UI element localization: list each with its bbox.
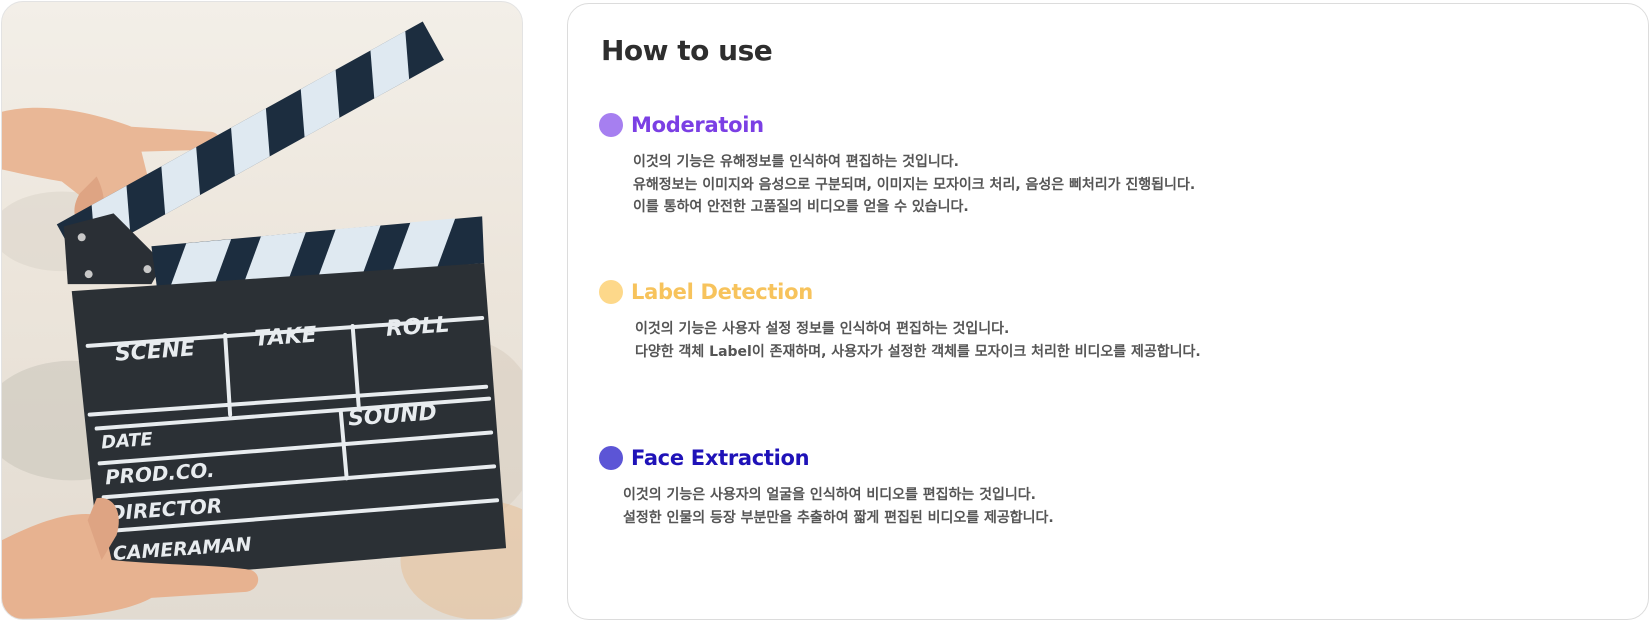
moderation-dot-icon: [599, 113, 623, 137]
page: SCENE TAKE ROLL DATE SOUND PROD.CO. DIRE…: [0, 0, 1651, 623]
how-to-use-card: How to use Moderatoin 이것의 기능은 유해정보를 인식하여…: [567, 3, 1649, 620]
section-face-extraction-title: Face Extraction: [631, 446, 810, 470]
section-moderation-header: Moderatoin: [599, 113, 1195, 137]
section-label-detection-title: Label Detection: [631, 280, 813, 304]
slate-date-label: DATE: [101, 429, 154, 454]
description-line: 이것의 기능은 사용자의 얼굴을 인식하여 비디오를 편집하는 것입니다.: [623, 487, 1036, 503]
description-line: 유해정보는 이미지와 음성으로 구분되며, 이미지는 모자이크 처리, 음성은 …: [633, 176, 1196, 193]
clapperboard-illustration: SCENE TAKE ROLL DATE SOUND PROD.CO. DIRE…: [2, 21, 522, 619]
description-line: 이를 통하여 안전한 고품질의 비디오를 얻을 수 있습니다.: [633, 199, 969, 215]
description-line: 이것의 기능은 사용자 설정 정보를 인식하여 편집하는 것입니다.: [635, 321, 1010, 337]
face-extraction-dot-icon: [599, 446, 623, 470]
clapperboard-image: SCENE TAKE ROLL DATE SOUND PROD.CO. DIRE…: [1, 1, 523, 620]
description-line: 이것의 기능은 유해정보를 인식하여 편집하는 것입니다.: [633, 154, 959, 170]
section-face-extraction: Face Extraction 이것의 기능은 사용자의 얼굴을 인식하여 비디…: [599, 446, 1054, 529]
section-face-extraction-description: 이것의 기능은 사용자의 얼굴을 인식하여 비디오를 편집하는 것입니다. 설정…: [623, 484, 1054, 529]
page-title: How to use: [601, 34, 773, 67]
section-moderation-description: 이것의 기능은 유해정보를 인식하여 편집하는 것입니다. 유해정보는 이미지와…: [633, 151, 1195, 219]
slate-take-label: TAKE: [254, 323, 318, 352]
section-moderation-title: Moderatoin: [631, 113, 764, 137]
section-label-detection-description: 이것의 기능은 사용자 설정 정보를 인식하여 편집하는 것입니다. 다양한 객…: [635, 318, 1201, 363]
label-detection-dot-icon: [599, 280, 623, 304]
slate-roll-label: ROLL: [385, 313, 450, 342]
description-line: 다양한 객체 Label이 존재하며, 사용자가 설정한 객체를 모자이크 처리…: [635, 343, 1201, 360]
section-label-detection: Label Detection 이것의 기능은 사용자 설정 정보를 인식하여 …: [599, 280, 1201, 363]
section-label-detection-header: Label Detection: [599, 280, 1201, 304]
section-moderation: Moderatoin 이것의 기능은 유해정보를 인식하여 편집하는 것입니다.…: [599, 113, 1195, 219]
description-line: 설정한 인물의 등장 부분만을 추출하여 짧게 편집된 비디오를 제공합니다.: [623, 509, 1054, 526]
section-face-extraction-header: Face Extraction: [599, 446, 1054, 470]
